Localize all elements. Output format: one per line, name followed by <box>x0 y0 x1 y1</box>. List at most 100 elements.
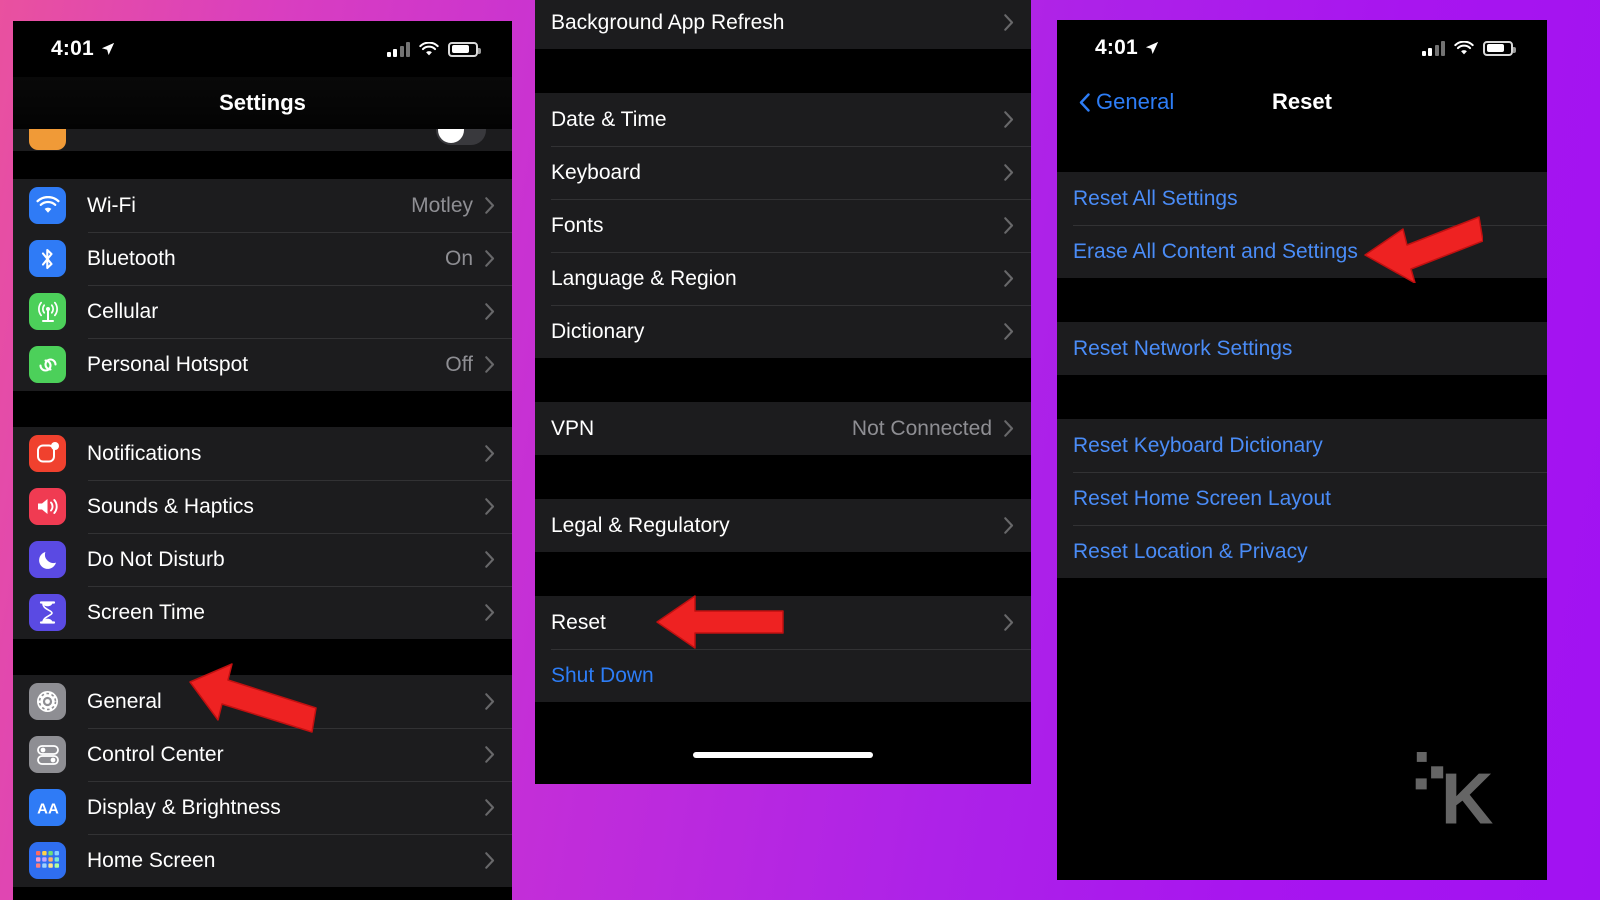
settings-row-screen-time[interactable]: Screen Time <box>13 586 512 639</box>
general-row-legal-regulatory[interactable]: Legal & Regulatory <box>535 499 1031 552</box>
control-center-icon <box>29 736 66 773</box>
list-gap <box>13 151 512 179</box>
general-row-date-time[interactable]: Date & Time <box>535 93 1031 146</box>
settings-row-label: Sounds & Haptics <box>87 494 254 518</box>
chevron-right-icon <box>485 250 495 267</box>
location-arrow-icon <box>101 42 114 55</box>
settings-row-display-brightness[interactable]: AA Display & Brightness <box>13 781 512 834</box>
settings-row-label: Display & Brightness <box>87 795 281 819</box>
general-group-g4: Legal & Regulatory <box>535 499 1031 552</box>
status-indicators <box>386 41 481 57</box>
chevron-left-icon <box>1079 92 1090 112</box>
wifi-icon <box>419 41 439 55</box>
speaker-icon <box>29 488 66 525</box>
general-row-language-region[interactable]: Language & Region <box>535 252 1031 305</box>
settings-row-notifications[interactable]: Notifications <box>13 427 512 480</box>
settings-row-wi-fi[interactable]: Wi-Fi Motley <box>13 179 512 232</box>
chevron-right-icon <box>485 498 495 515</box>
settings-row-label: Do Not Disturb <box>87 547 225 571</box>
reset-row-reset-network-settings[interactable]: Reset Network Settings <box>1057 322 1547 375</box>
reset-group-r2: Reset Network Settings <box>1057 322 1547 375</box>
nav-bar: Settings <box>13 77 512 129</box>
settings-row-home-screen[interactable]: Home Screen <box>13 834 512 887</box>
chevron-right-icon <box>485 303 495 320</box>
settings-row-bluetooth[interactable]: Bluetooth On <box>13 232 512 285</box>
battery-icon <box>448 41 481 57</box>
settings-row-value: On <box>444 246 473 270</box>
back-button-label: General <box>1096 89 1175 114</box>
svg-text:AA: AA <box>37 800 59 817</box>
reset-row-reset-all-settings[interactable]: Reset All Settings <box>1057 172 1547 225</box>
settings-screen: 4:01 Settings Wi-Fi Motley Bluetooth On … <box>13 21 512 900</box>
nav-bar: General Reset <box>1057 76 1547 128</box>
reset-group-r1: Reset All Settings Erase All Content and… <box>1057 172 1547 278</box>
reset-row-label: Reset Home Screen Layout <box>1073 486 1331 510</box>
cellular-bars-icon <box>1421 40 1445 56</box>
phone-screenshot-reset: 4:01 General Reset Reset All Settings Er… <box>1057 20 1547 880</box>
chevron-right-icon <box>485 356 495 373</box>
reset-group-r3: Reset Keyboard Dictionary Reset Home Scr… <box>1057 419 1547 578</box>
back-button-general[interactable]: General <box>1079 89 1174 115</box>
page-title: Settings <box>219 90 306 115</box>
page-title: Reset <box>1272 89 1332 114</box>
general-row-label: Keyboard <box>551 160 641 184</box>
partially-scrolled-row[interactable] <box>13 129 512 151</box>
chevron-right-icon <box>485 746 495 763</box>
reset-row-erase-all-content-and-settings[interactable]: Erase All Content and Settings <box>1057 225 1547 278</box>
home-screen-grid-icon <box>29 842 66 879</box>
settings-row-sounds-haptics[interactable]: Sounds & Haptics <box>13 480 512 533</box>
general-row-label: Reset <box>551 610 606 634</box>
list-gap <box>1057 128 1547 172</box>
chevron-right-icon <box>1004 614 1014 631</box>
hourglass-icon <box>29 594 66 631</box>
general-group-g1: Background App Refresh <box>535 0 1031 49</box>
cellular-antenna-icon <box>29 293 66 330</box>
settings-group-alerts: Notifications Sounds & Haptics Do Not Di… <box>13 427 512 639</box>
display-aa-icon: AA <box>29 789 66 826</box>
home-indicator[interactable] <box>693 752 873 758</box>
settings-row-general[interactable]: General <box>13 675 512 728</box>
general-group-g2: Date & Time Keyboard Fonts Language & Re… <box>535 93 1031 358</box>
reset-row-reset-home-screen-layout[interactable]: Reset Home Screen Layout <box>1057 472 1547 525</box>
wifi-icon <box>1454 40 1474 54</box>
hotspot-link-icon <box>29 346 66 383</box>
settings-group-system: General Control Center AA Display & Brig… <box>13 675 512 887</box>
status-bar: 4:01 <box>13 21 512 77</box>
settings-row-cellular[interactable]: Cellular <box>13 285 512 338</box>
settings-row-control-center[interactable]: Control Center <box>13 728 512 781</box>
settings-row-personal-hotspot[interactable]: Personal Hotspot Off <box>13 338 512 391</box>
status-time: 4:01 <box>51 37 94 60</box>
chevron-right-icon <box>485 551 495 568</box>
gear-icon <box>29 683 66 720</box>
general-row-keyboard[interactable]: Keyboard <box>535 146 1031 199</box>
chevron-right-icon <box>1004 14 1014 31</box>
general-row-background-app-refresh[interactable]: Background App Refresh <box>535 0 1031 49</box>
list-gap <box>13 639 512 675</box>
general-row-dictionary[interactable]: Dictionary <box>535 305 1031 358</box>
settings-row-label: Notifications <box>87 441 202 465</box>
reset-screen: 4:01 General Reset Reset All Settings Er… <box>1057 20 1547 880</box>
bluetooth-icon <box>29 240 66 277</box>
general-row-vpn[interactable]: VPN Not Connected <box>535 402 1031 455</box>
general-row-label: Fonts <box>551 213 604 237</box>
settings-row-value: Motley <box>411 193 473 217</box>
k-logo-watermark: K <box>1415 752 1493 840</box>
general-group-g5: Reset Shut Down <box>535 596 1031 702</box>
general-row-label: VPN <box>551 416 595 440</box>
reset-row-label: Reset Network Settings <box>1073 336 1293 360</box>
reset-row-reset-location-privacy[interactable]: Reset Location & Privacy <box>1057 525 1547 578</box>
settings-row-do-not-disturb[interactable]: Do Not Disturb <box>13 533 512 586</box>
reset-row-label: Reset All Settings <box>1073 186 1238 210</box>
general-row-shut-down[interactable]: Shut Down <box>535 649 1031 702</box>
chevron-right-icon <box>485 445 495 462</box>
chevron-right-icon <box>1004 420 1014 437</box>
battery-icon <box>1483 40 1516 56</box>
chevron-right-icon <box>485 799 495 816</box>
general-screen: Background App Refresh Date & Time Keybo… <box>535 0 1031 784</box>
chevron-right-icon <box>485 604 495 621</box>
chevron-right-icon <box>1004 217 1014 234</box>
general-row-fonts[interactable]: Fonts <box>535 199 1031 252</box>
reset-row-reset-keyboard-dictionary[interactable]: Reset Keyboard Dictionary <box>1057 419 1547 472</box>
settings-row-label: Home Screen <box>87 848 216 872</box>
general-row-reset[interactable]: Reset <box>535 596 1031 649</box>
